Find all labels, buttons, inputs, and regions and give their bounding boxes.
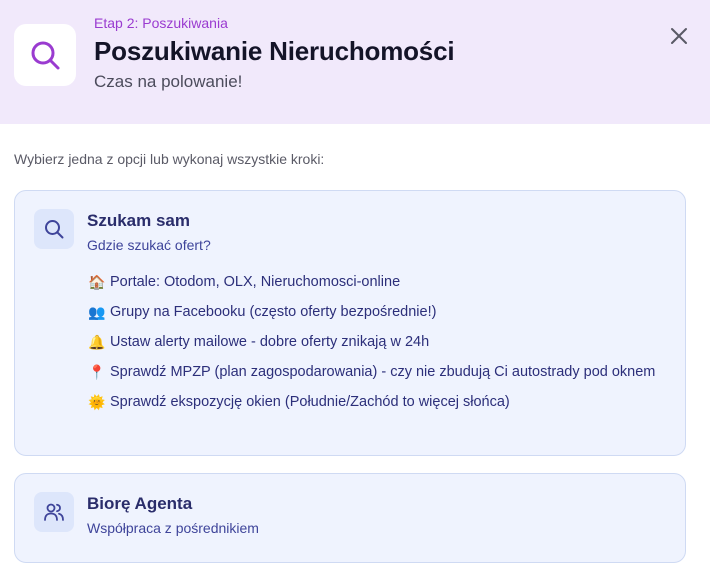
list-item: 👥 Grupy na Facebooku (często oferty bezp…: [88, 301, 658, 323]
list-item: 📍 Sprawdź MPZP (plan zagospodarowania) -…: [88, 361, 658, 383]
card-title: Biorę Agenta: [87, 494, 193, 513]
card-icon-box: [34, 492, 74, 532]
search-icon: [45, 220, 64, 239]
house-icon: 🏠: [88, 274, 106, 290]
close-button[interactable]: [666, 23, 692, 49]
tips-list: 🏠 Portale: Otodom, OLX, Nieruchomosci-on…: [88, 271, 658, 421]
list-item-text: Portale: Otodom, OLX, Nieruchomosci-onli…: [110, 274, 401, 290]
card-subtitle: Gdzie szukać ofert?: [87, 237, 211, 253]
list-item-text: Grupy na Facebooku (często oferty bezpoś…: [110, 304, 437, 320]
list-item: 🏠 Portale: Otodom, OLX, Nieruchomosci-on…: [88, 271, 658, 293]
page-title: Poszukiwanie Nieruchomości: [94, 36, 455, 66]
people-icon: 👥: [88, 304, 106, 320]
users-icon: [44, 503, 64, 521]
option-card-agent[interactable]: Biorę Agenta Współpraca z pośrednikiem: [14, 473, 686, 563]
option-card-self-search[interactable]: Szukam sam Gdzie szukać ofert? 🏠 Portale…: [14, 190, 686, 456]
card-icon-box: [34, 209, 74, 249]
list-item-text: Sprawdź MPZP (plan zagospodarowania) - c…: [110, 364, 656, 380]
pin-icon: 📍: [88, 364, 106, 380]
card-subtitle: Współpraca z pośrednikiem: [87, 520, 259, 536]
close-icon: [671, 28, 687, 44]
list-item: 🌞 Sprawdź ekspozycję okien (Południe/Zac…: [88, 391, 658, 413]
stage-header: Etap 2: Poszukiwania Poszukiwanie Nieruc…: [0, 0, 710, 124]
card-title: Szukam sam: [87, 211, 190, 230]
intro-text: Wybierz jedna z opcji lub wykonaj wszyst…: [14, 151, 325, 167]
search-icon: [31, 41, 60, 70]
list-item-text: Sprawdź ekspozycję okien (Południe/Zachó…: [110, 394, 510, 410]
page-subtitle: Czas na polowanie!: [94, 72, 243, 91]
header-icon-box: [14, 24, 76, 86]
list-item: 🔔 Ustaw alerty mailowe - dobre oferty zn…: [88, 331, 658, 353]
stage-label: Etap 2: Poszukiwania: [94, 15, 228, 31]
list-item-text: Ustaw alerty mailowe - dobre oferty znik…: [110, 334, 430, 350]
bell-icon: 🔔: [88, 334, 106, 350]
sun-icon: 🌞: [88, 394, 106, 410]
